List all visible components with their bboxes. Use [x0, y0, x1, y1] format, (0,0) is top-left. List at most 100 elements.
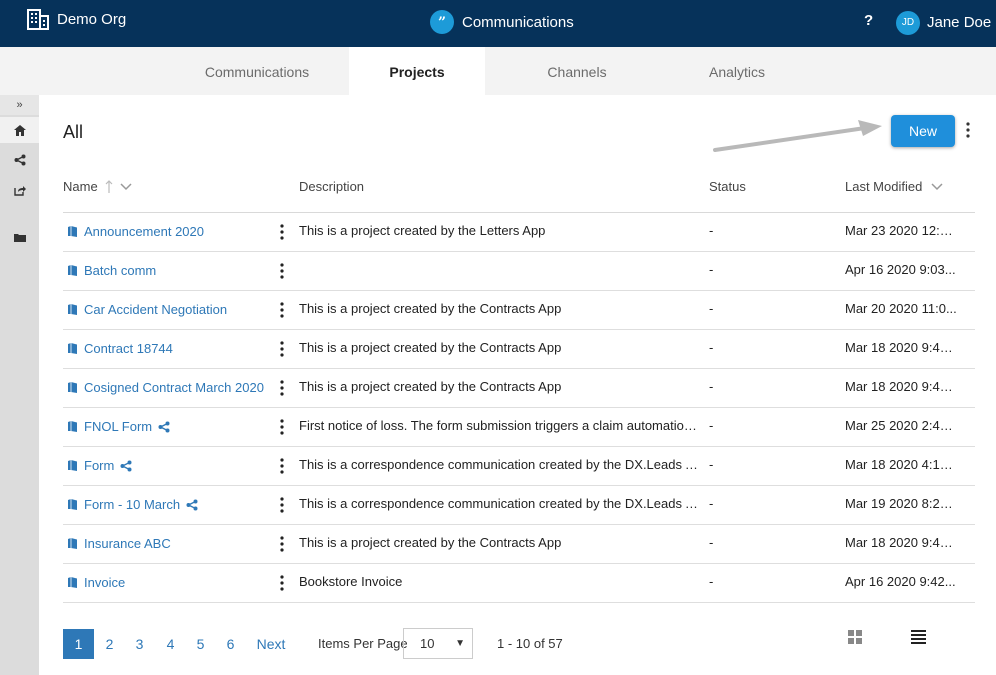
project-description: This is a correspondence communication c… [299, 496, 699, 511]
list-view-icon[interactable] [911, 630, 926, 649]
project-name: Form [84, 457, 115, 473]
page-4-button[interactable]: 4 [155, 629, 186, 659]
project-last-modified: Mar 18 2020 4:14... [845, 457, 957, 472]
document-icon [68, 226, 77, 237]
project-name: Form - 10 March [84, 496, 181, 512]
chevron-down-icon [931, 182, 943, 190]
row-more-options-icon[interactable] [277, 446, 287, 485]
tab-communications[interactable]: Communications [177, 47, 337, 95]
project-name: Insurance ABC [84, 535, 171, 551]
row-more-options-icon[interactable] [277, 290, 287, 329]
row-more-options-icon[interactable] [277, 212, 287, 251]
app-name: Communications [462, 13, 574, 31]
project-status: - [709, 457, 714, 472]
tab-projects[interactable]: Projects [349, 47, 485, 95]
project-name-link[interactable]: Batch comm [68, 251, 273, 290]
table-row[interactable]: Batch comm - Apr 16 2020 9:03... [63, 251, 975, 291]
sidebar: » [0, 95, 39, 675]
document-icon [68, 343, 77, 354]
project-name-link[interactable]: Insurance ABC [68, 524, 273, 563]
shared-icon [120, 460, 132, 472]
project-last-modified: Apr 16 2020 9:42... [845, 574, 956, 589]
project-name: Car Accident Negotiation [84, 301, 228, 317]
document-icon [68, 538, 77, 549]
shared-icon [186, 499, 198, 511]
project-name-link[interactable]: Contract 18744 [68, 329, 273, 368]
page-5-button[interactable]: 5 [185, 629, 216, 659]
tab-channels[interactable]: Channels [497, 47, 657, 95]
column-header-description: Description [299, 179, 365, 194]
page-3-button[interactable]: 3 [124, 629, 155, 659]
user-name[interactable]: Jane Doe [927, 14, 991, 31]
row-more-options-icon[interactable] [277, 407, 287, 446]
page-1-button[interactable]: 1 [63, 629, 94, 659]
project-last-modified: Mar 25 2020 2:49... [845, 418, 957, 433]
sidebar-item-share[interactable] [0, 147, 39, 173]
grid-view-icon[interactable] [848, 630, 862, 649]
project-description: This is a project created by the Contrac… [299, 301, 562, 316]
page-title: All [63, 122, 84, 142]
table-row[interactable]: Insurance ABC This is a project created b… [63, 524, 975, 564]
column-header-name[interactable]: Name [63, 179, 132, 194]
sidebar-item-export[interactable] [0, 177, 39, 203]
new-button[interactable]: New [891, 115, 955, 147]
expand-sidebar-icon[interactable]: » [0, 95, 39, 115]
sidebar-item-home[interactable] [0, 117, 39, 143]
items-per-page-select[interactable]: 10 ▼ [403, 628, 473, 659]
project-status: - [709, 535, 714, 550]
table-row[interactable]: Contract 18744 This is a project created … [63, 329, 975, 369]
tab-analytics[interactable]: Analytics [657, 47, 817, 95]
table-row[interactable]: FNOL Form First notice of loss. The form … [63, 407, 975, 447]
app-title: ” Communications [430, 10, 574, 34]
project-last-modified: Mar 23 2020 12:5... [845, 223, 957, 238]
result-range: 1 - 10 of 57 [497, 636, 563, 651]
next-page-button[interactable]: Next [253, 629, 289, 659]
sidebar-item-folder[interactable] [0, 224, 39, 250]
row-more-options-icon[interactable] [277, 329, 287, 368]
project-name-link[interactable]: Cosigned Contract March 2020 [68, 368, 273, 407]
table-row[interactable]: Form - 10 March This is a correspondence … [63, 485, 975, 525]
page-2-button[interactable]: 2 [94, 629, 125, 659]
tab-bar: Communications Projects Channels Analyti… [0, 47, 996, 95]
table-row[interactable]: Cosigned Contract March 2020 This is a pr… [63, 368, 975, 408]
org-name: Demo Org [57, 11, 127, 28]
more-options-icon[interactable] [966, 122, 970, 143]
row-more-options-icon[interactable] [277, 485, 287, 524]
row-more-options-icon[interactable] [277, 563, 287, 602]
table-row[interactable]: Invoice Bookstore Invoice - Apr 16 2020 9:4… [63, 563, 975, 603]
project-name: FNOL Form [84, 418, 153, 434]
help-icon[interactable]: ? [864, 12, 873, 29]
project-last-modified: Mar 18 2020 9:44... [845, 379, 957, 394]
table-row[interactable]: Announcement 2020 This is a project creat… [63, 212, 975, 252]
sort-up-icon [105, 179, 113, 193]
org-switcher[interactable]: Demo Org [27, 9, 126, 30]
export-icon [13, 185, 26, 196]
project-name-link[interactable]: Form [68, 446, 273, 485]
document-icon [68, 421, 77, 432]
items-per-page-label: Items Per Page [318, 636, 408, 651]
table-row[interactable]: Form This is a correspondence communicati… [63, 446, 975, 486]
row-more-options-icon[interactable] [277, 524, 287, 563]
column-header-last-modified[interactable]: Last Modified [845, 179, 943, 194]
project-description: Bookstore Invoice [299, 574, 403, 589]
page-6-button[interactable]: 6 [215, 629, 246, 659]
building-icon [27, 9, 49, 30]
project-name-link[interactable]: Form - 10 March [68, 485, 273, 524]
project-last-modified: Mar 20 2020 11:0... [845, 301, 957, 316]
share-icon [14, 154, 25, 166]
row-more-options-icon[interactable] [277, 368, 287, 407]
table-row[interactable]: Car Accident Negotiation This is a projec… [63, 290, 975, 330]
document-icon [68, 304, 77, 315]
row-more-options-icon[interactable] [277, 251, 287, 290]
project-description: This is a project created by the Contrac… [299, 340, 562, 355]
project-status: - [709, 418, 714, 433]
project-status: - [709, 262, 714, 277]
project-description: First notice of loss. The form submissio… [299, 418, 699, 433]
project-name-link[interactable]: Announcement 2020 [68, 212, 273, 251]
project-name-link[interactable]: Invoice [68, 563, 273, 602]
project-name-link[interactable]: FNOL Form [68, 407, 273, 446]
project-name-link[interactable]: Car Accident Negotiation [68, 290, 273, 329]
project-name: Announcement 2020 [84, 223, 204, 239]
avatar[interactable]: JD [896, 11, 920, 35]
document-icon [68, 382, 77, 393]
